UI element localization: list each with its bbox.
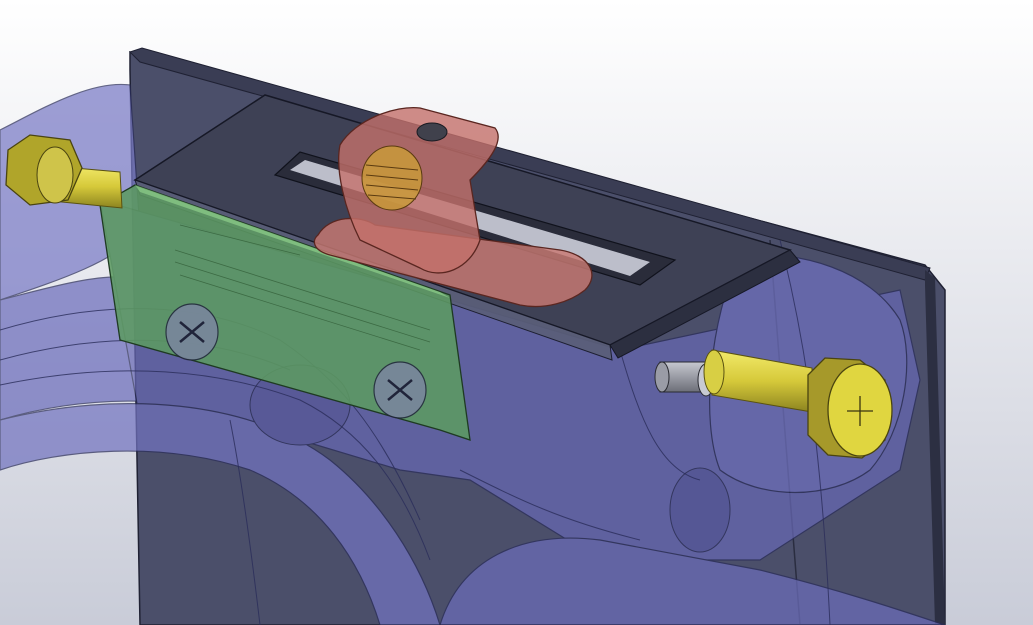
pivot-pin xyxy=(416,122,448,142)
screw-1[interactable] xyxy=(165,303,219,361)
right-bolt-head xyxy=(807,357,893,459)
screw-2[interactable] xyxy=(373,361,427,419)
cad-model-render[interactable] xyxy=(0,0,1033,625)
cad-viewport[interactable] xyxy=(0,0,1033,625)
left-nut xyxy=(5,134,83,206)
spring-icon xyxy=(361,145,423,211)
